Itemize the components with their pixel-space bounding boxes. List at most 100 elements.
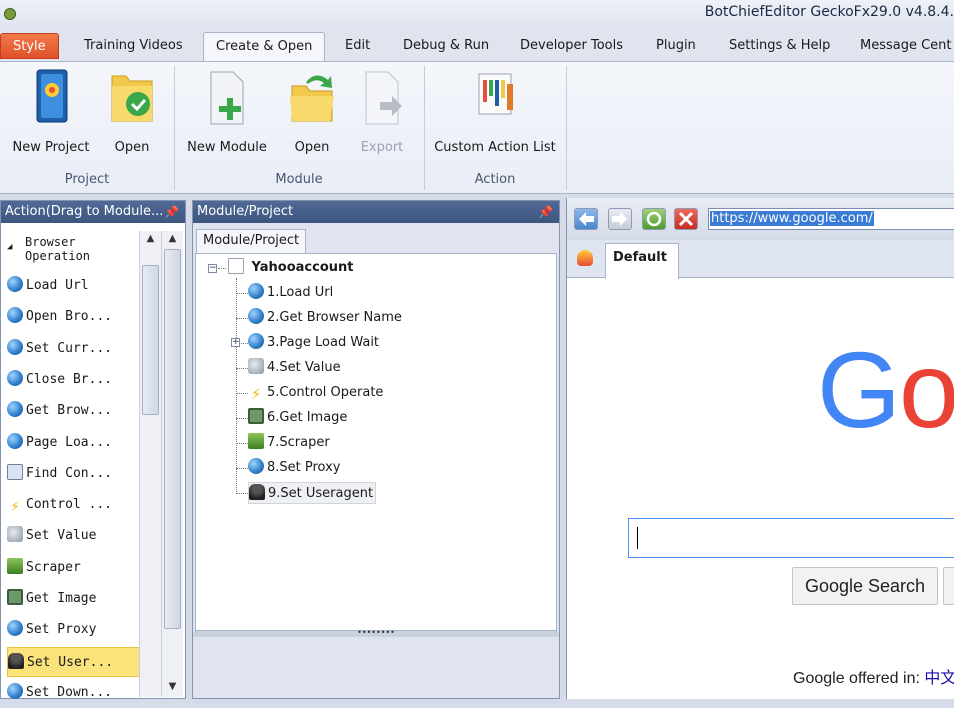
module-panel-title: Module/Project: [197, 204, 294, 219]
tab-settings-help[interactable]: Settings & Help: [717, 32, 842, 62]
tab-debug-run[interactable]: Debug & Run: [391, 32, 501, 62]
tree-root-label: Yahooaccount: [251, 260, 354, 275]
title-bar: BotChiefEditor GeckoFx29.0 v4.8.4.: [0, 0, 954, 28]
action-item[interactable]: Open Bro...: [7, 302, 141, 332]
new-project-button[interactable]: New Project: [6, 68, 96, 158]
tree-item[interactable]: 6.Get Image: [248, 407, 347, 429]
globe-icon: [248, 308, 264, 324]
action-panel-title: Action(Drag to Module...: [5, 204, 164, 219]
action-item[interactable]: Set Down...: [7, 678, 141, 708]
tree-item[interactable]: 8.Set Proxy: [248, 457, 341, 479]
pin-icon[interactable]: 📌: [164, 201, 179, 223]
action-item-label: Close Br...: [26, 371, 113, 387]
globe-icon: [7, 276, 23, 292]
scroll-thumb[interactable]: [142, 265, 159, 415]
splitter[interactable]: ••••••••: [193, 629, 559, 637]
tree-connector: [236, 293, 248, 294]
action-item-label: Set Value: [26, 528, 97, 544]
collapse-toggle-icon[interactable]: −: [208, 264, 217, 273]
window-title: BotChiefEditor GeckoFx29.0 v4.8.4.: [704, 4, 954, 20]
action-item[interactable]: Load Url: [7, 271, 141, 301]
scroll-up-arrow[interactable]: ▲: [162, 231, 183, 247]
folder-open-arrow-icon: [290, 75, 334, 122]
tree-connector: [218, 268, 226, 269]
panel-scrollbar[interactable]: ▲ ▼: [161, 231, 183, 697]
tree-item[interactable]: 4.Set Value: [248, 357, 341, 379]
tree-item[interactable]: 7.Scraper: [248, 432, 330, 454]
tab-edit[interactable]: Edit: [333, 32, 382, 62]
module-project-panel: Module/Project 📌 Module/Project − Yahooa…: [192, 200, 560, 699]
tab-message-center[interactable]: Message Cent: [848, 32, 954, 62]
scraper-icon: [248, 433, 264, 449]
action-item[interactable]: Set Curr...: [7, 334, 141, 364]
lightning-icon: ⚡: [10, 497, 20, 516]
globe-icon: [7, 369, 23, 386]
action-item-label: Set User...: [27, 654, 114, 670]
action-item[interactable]: Page Loa...: [7, 428, 141, 458]
module-panel-header: Module/Project 📌: [193, 201, 559, 223]
tab-developer-tools[interactable]: Developer Tools: [508, 32, 635, 62]
open-module-button[interactable]: Open: [282, 68, 342, 158]
tab-style[interactable]: Style: [0, 33, 59, 59]
stop-icon[interactable]: [674, 208, 698, 230]
tree-item[interactable]: ⚡ 5.Control Operate: [248, 382, 384, 404]
action-item[interactable]: Close Br...: [7, 365, 141, 395]
tree-item-label: 7.Scraper: [267, 435, 330, 450]
action-item[interactable]: Set Value: [7, 521, 141, 551]
globe-icon: [7, 307, 23, 324]
open-project-button[interactable]: Open: [104, 68, 160, 158]
collapse-triangle-icon[interactable]: ◢: [7, 240, 12, 254]
new-project-icon: [36, 69, 68, 123]
tab-module-project[interactable]: Module/Project: [196, 229, 307, 253]
tree-item-label: 8.Set Proxy: [267, 460, 341, 475]
scroll-down-arrow[interactable]: ▼: [162, 679, 183, 695]
export-button[interactable]: Export: [352, 68, 412, 158]
group-label-project: Project: [64, 172, 110, 187]
new-module-button[interactable]: New Module: [184, 68, 270, 158]
feeling-lucky-button[interactable]: [943, 567, 954, 605]
tree-item[interactable]: 9.Set Useragent: [248, 482, 377, 504]
action-item[interactable]: Get Image: [7, 584, 141, 614]
export-icon: [365, 71, 402, 125]
scroll-up-arrow[interactable]: ▲: [140, 231, 161, 247]
tree-connector: [236, 368, 248, 369]
tree-item[interactable]: 1.Load Url: [248, 282, 333, 304]
tree-connector: [236, 493, 248, 494]
pin-icon[interactable]: 📌: [538, 201, 553, 223]
category-label: Browser Operation: [25, 235, 91, 263]
forward-arrow-icon[interactable]: [608, 208, 632, 230]
language-link[interactable]: 中文: [924, 670, 954, 687]
tab-training-videos[interactable]: Training Videos: [72, 32, 195, 62]
custom-action-list-icon: [478, 73, 513, 115]
action-item-label: Scraper: [26, 559, 81, 575]
offered-in-text: Google offered in: 中文: [793, 664, 954, 688]
google-search-input[interactable]: [628, 518, 954, 558]
tree-connector: [236, 418, 248, 419]
folder-open-icon: [111, 75, 153, 122]
back-arrow-icon[interactable]: [574, 208, 598, 230]
tree-item[interactable]: 3.Page Load Wait: [248, 332, 379, 354]
scroll-thumb[interactable]: [164, 249, 181, 629]
action-item[interactable]: Find Con...: [7, 459, 141, 489]
new-module-label: New Module: [187, 140, 267, 155]
url-input[interactable]: https://www.google.com/: [708, 208, 954, 230]
tree-root[interactable]: Yahooaccount: [228, 257, 353, 279]
action-item[interactable]: Set Proxy: [7, 615, 141, 645]
action-item[interactable]: Scraper: [7, 553, 141, 583]
tab-plugin[interactable]: Plugin: [644, 32, 708, 62]
action-item[interactable]: Set User...: [7, 646, 141, 677]
action-item[interactable]: Get Brow...: [7, 396, 141, 426]
tree-item-label: 2.Get Browser Name: [267, 310, 402, 325]
tab-create-open[interactable]: Create & Open: [203, 32, 326, 62]
custom-action-list-button[interactable]: Custom Action List: [432, 68, 558, 158]
scraper-icon: [7, 557, 23, 574]
expand-toggle-icon[interactable]: +: [231, 338, 240, 347]
browser-tab-default[interactable]: Default: [605, 243, 679, 279]
google-search-button[interactable]: Google Search: [792, 567, 938, 605]
globe-icon: [7, 338, 23, 355]
action-item[interactable]: ⚡ Control ...: [7, 490, 141, 520]
refresh-icon[interactable]: [642, 208, 666, 230]
action-list-scrollbar[interactable]: ▲: [139, 231, 161, 697]
action-item-label: Open Bro...: [26, 309, 113, 325]
tree-item[interactable]: 2.Get Browser Name: [248, 307, 402, 329]
